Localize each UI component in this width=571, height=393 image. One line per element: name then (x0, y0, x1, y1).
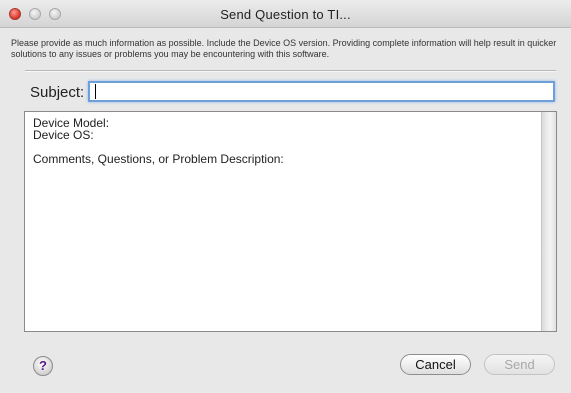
message-text[interactable]: Device Model: Device OS: Comments, Quest… (33, 117, 538, 165)
help-button[interactable]: ? (33, 356, 53, 376)
cancel-button[interactable]: Cancel (400, 354, 471, 375)
send-question-dialog: Send Question to TI... Please provide as… (0, 0, 571, 393)
instructions-text: Please provide as much information as po… (11, 38, 557, 59)
separator (25, 70, 556, 72)
window-title: Send Question to TI... (220, 7, 351, 22)
subject-input[interactable] (88, 81, 555, 102)
message-scrollbar[interactable] (541, 112, 556, 331)
title-bar[interactable]: Send Question to TI... (0, 0, 571, 28)
text-caret (95, 84, 96, 99)
help-icon: ? (39, 358, 47, 373)
send-button[interactable]: Send (484, 354, 555, 375)
message-textarea[interactable]: Device Model: Device OS: Comments, Quest… (24, 111, 557, 332)
subject-label: Subject: (30, 84, 85, 101)
